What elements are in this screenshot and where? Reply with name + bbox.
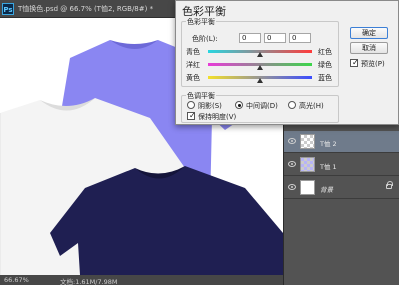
midtones-radio[interactable]	[235, 101, 243, 109]
preserve-luminosity-checkbox[interactable]: ✓	[187, 111, 196, 120]
shadows-label: 阴影(S)	[198, 102, 222, 110]
color-balance-dialog: 色彩平衡 色彩平衡 色阶(L): 0 0 0 青色 红色 洋红 绿色 黄色 蓝色…	[175, 0, 399, 125]
preview-checkbox[interactable]: ✓	[350, 58, 359, 67]
green-label: 绿色	[318, 61, 332, 69]
layer-thumbnail	[300, 157, 315, 172]
level-magenta-green-input[interactable]: 0	[264, 33, 286, 43]
cyan-red-slider-thumb[interactable]	[257, 52, 263, 57]
color-balance-group-title: 色彩平衡	[186, 17, 216, 27]
layer-row-tshirt-1[interactable]: T恤 1	[284, 154, 399, 176]
shadows-radio[interactable]	[187, 101, 195, 109]
layer-row-tshirt-2[interactable]: T恤 2	[284, 131, 399, 153]
radio-selected-dot	[238, 104, 241, 107]
checkmark-icon: ✓	[352, 58, 359, 67]
layer-name: T恤 2	[320, 140, 337, 148]
document-tab[interactable]: Ps T恤换色.psd @ 66.7% (T恤2, RGB/8#) *	[0, 0, 180, 18]
cancel-button[interactable]: 取消	[350, 42, 388, 54]
checkmark-icon: ✓	[189, 111, 196, 120]
yellow-blue-slider-thumb[interactable]	[257, 78, 263, 83]
document-size-readout[interactable]: 文档:1.61M/7.98M	[60, 276, 118, 285]
eye-icon[interactable]	[288, 184, 296, 190]
layer-thumbnail	[300, 180, 315, 195]
red-label: 红色	[318, 48, 332, 56]
eye-icon[interactable]	[288, 138, 296, 144]
highlights-radio[interactable]	[288, 101, 296, 109]
layer-name: T恤 1	[320, 163, 337, 171]
midtones-label: 中间调(D)	[246, 102, 278, 110]
level-yellow-blue-input[interactable]: 0	[289, 33, 311, 43]
yellow-label: 黄色	[186, 74, 200, 82]
photoshop-logo-icon: Ps	[2, 3, 14, 15]
layers-panel: T恤 2 T恤 1 背景	[283, 125, 399, 285]
magenta-label: 洋红	[186, 61, 200, 69]
preview-label: 预览(P)	[361, 60, 385, 68]
cyan-label: 青色	[186, 48, 200, 56]
levels-label: 色阶(L):	[192, 35, 218, 43]
layer-name: 背景	[320, 186, 333, 194]
ok-button[interactable]: 确定	[350, 27, 388, 39]
tone-balance-group-title: 色调平衡	[186, 91, 216, 101]
zoom-readout[interactable]: 66.67%	[4, 276, 29, 284]
magenta-green-slider-thumb[interactable]	[257, 65, 263, 70]
blue-label: 蓝色	[318, 74, 332, 82]
document-title: T恤换色.psd @ 66.7% (T恤2, RGB/8#) *	[18, 5, 154, 13]
eye-icon[interactable]	[288, 161, 296, 167]
preserve-luminosity-label: 保持明度(V)	[198, 113, 237, 121]
layer-thumbnail	[300, 134, 315, 149]
layer-row-background[interactable]: 背景	[284, 177, 399, 199]
status-bar: 66.67% 文档:1.61M/7.98M	[0, 275, 283, 285]
highlights-label: 高光(H)	[299, 102, 324, 110]
lock-icon	[386, 181, 393, 189]
level-cyan-red-input[interactable]: 0	[239, 33, 261, 43]
